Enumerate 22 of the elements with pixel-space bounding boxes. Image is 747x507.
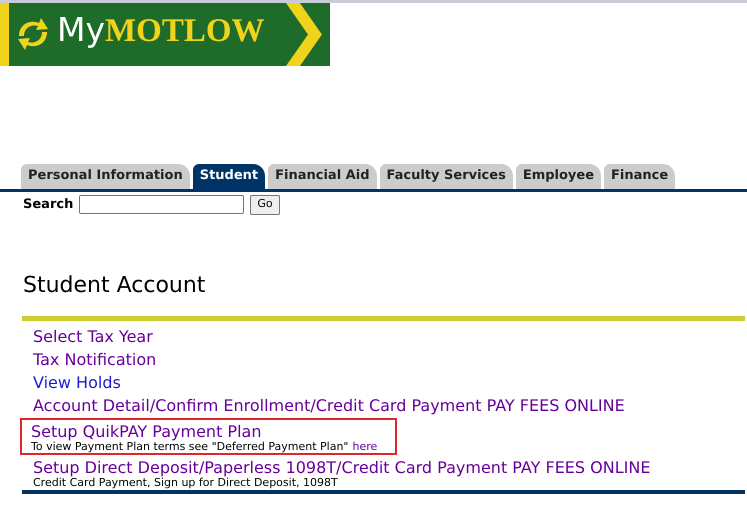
search-label: Search (23, 196, 74, 214)
go-button[interactable]: Go (250, 194, 280, 214)
nav-tab[interactable]: Financial Aid (268, 164, 376, 188)
menu-link[interactable]: Select Tax Year (33, 324, 153, 348)
nav-tab[interactable]: Employee (516, 164, 602, 188)
nav-tab[interactable]: Personal Information (21, 164, 190, 188)
logo-stripe (0, 3, 9, 66)
nav-tab[interactable]: Student (192, 164, 266, 188)
menu-link[interactable]: Tax Notification (33, 348, 156, 370)
nav-tab[interactable]: Faculty Services (380, 164, 513, 188)
description-text: Credit Card Payment, Sign up for Direct Deposit, 1098T (33, 476, 338, 488)
refresh-icon (15, 16, 51, 52)
page-title: Student Account (23, 272, 206, 300)
menu-link[interactable]: View Holds (33, 370, 121, 394)
logo-text: MyMOTLOW (57, 13, 265, 48)
menu-link[interactable]: Setup QuikPAY Payment Plan (31, 420, 262, 442)
nav-tab[interactable]: Finance (604, 164, 676, 188)
description-text: To view Payment Plan terms see "Deferred Payment Plan" (31, 440, 348, 452)
here-link[interactable]: here (352, 440, 378, 452)
menu-link[interactable]: Setup Direct Deposit/Paperless 1098T/Credit Card Payment PAY FEES ONLINE (33, 456, 650, 478)
menu-link[interactable]: Account Detail/Confirm Enrollment/Credit Card Payment PAY FEES ONLINE (33, 394, 625, 416)
search-field[interactable] (79, 195, 244, 214)
